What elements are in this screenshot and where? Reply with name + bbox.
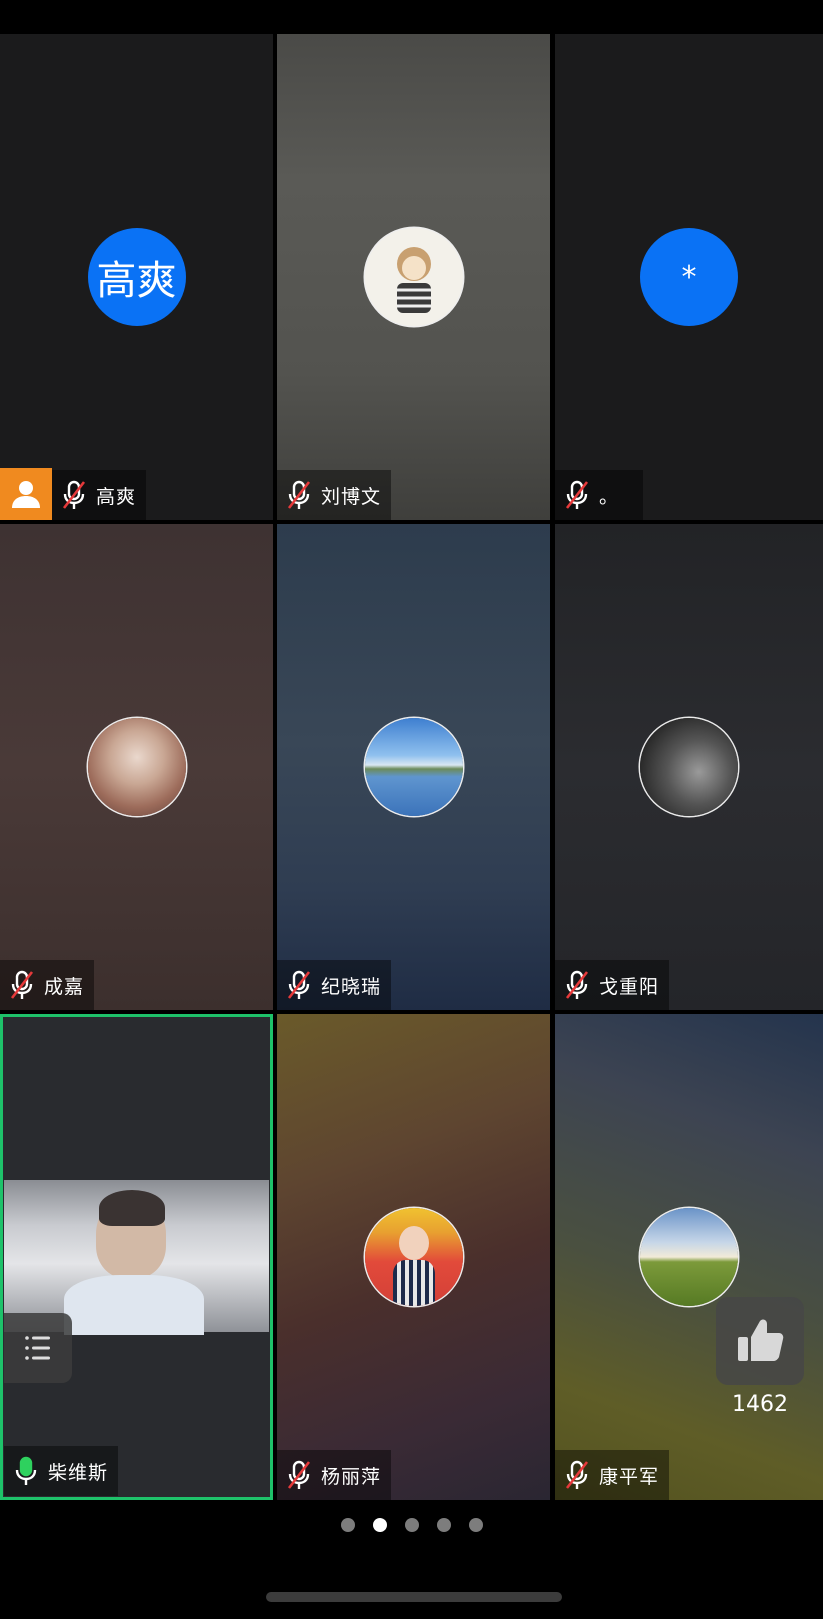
home-indicator[interactable] [266, 1592, 562, 1602]
participant-list-button[interactable] [4, 1313, 72, 1383]
participant-name: 纪晓瑞 [321, 975, 382, 998]
avatar [87, 718, 186, 816]
avatar: 高爽 [87, 228, 186, 326]
video-feed [4, 1180, 269, 1335]
participant-name: 成嘉 [44, 975, 85, 998]
mic-active-icon [15, 1456, 37, 1485]
name-tag: 柴维斯 [4, 1446, 119, 1496]
participant-tile[interactable]: 戈重阳 [555, 524, 823, 1010]
participant-tile[interactable]: 康平军 [555, 1014, 823, 1500]
participant-name: 康平军 [599, 1465, 660, 1488]
like-count: 1462 [732, 1392, 788, 1417]
like-button[interactable] [716, 1297, 804, 1385]
name-tag: 高爽 [52, 470, 147, 520]
mic-muted-icon [287, 480, 311, 509]
page-dot[interactable] [340, 1518, 355, 1532]
avatar [640, 718, 738, 816]
mic-muted-icon [565, 970, 589, 999]
participant-tile[interactable]: 纪晓瑞 [277, 524, 550, 1010]
participant-tile[interactable]: * 。 [555, 34, 823, 520]
name-tag: 戈重阳 [555, 960, 670, 1010]
thumbs-up-icon [738, 1319, 784, 1361]
mic-muted-icon [565, 480, 589, 509]
page-dot[interactable] [404, 1518, 419, 1532]
avatar: * [640, 228, 738, 326]
name-tag: 纪晓瑞 [277, 960, 392, 1010]
list-icon [25, 1336, 50, 1360]
name-tag: 。 [555, 470, 644, 520]
mic-muted-icon [287, 970, 311, 999]
participant-name: 柴维斯 [48, 1461, 109, 1484]
mic-muted-icon [10, 970, 34, 999]
avatar [364, 1208, 463, 1306]
participant-tile[interactable]: 刘博文 [277, 34, 550, 520]
participant-tile[interactable]: 高爽 高爽 [0, 34, 273, 520]
page-indicator [0, 1518, 823, 1532]
participant-tile[interactable]: 成嘉 [0, 524, 273, 1010]
participant-tile-active-speaker[interactable]: 柴维斯 [0, 1014, 273, 1500]
mic-muted-icon [565, 1460, 589, 1489]
page-dot[interactable] [436, 1518, 451, 1532]
avatar [364, 228, 463, 326]
mic-muted-icon [62, 480, 86, 509]
participant-name: 高爽 [96, 485, 137, 508]
participant-tile[interactable]: 杨丽萍 [277, 1014, 550, 1500]
name-tag: 成嘉 [0, 960, 95, 1010]
participant-name: 戈重阳 [599, 975, 660, 998]
participant-name: 刘博文 [321, 485, 382, 508]
avatar [364, 718, 463, 816]
page-dot-current[interactable] [372, 1518, 387, 1532]
mic-muted-icon [287, 1460, 311, 1489]
participant-name: 杨丽萍 [321, 1465, 382, 1488]
name-tag: 刘博文 [277, 470, 392, 520]
page-dot[interactable] [468, 1518, 483, 1532]
participant-name: 。 [599, 485, 620, 508]
name-tag: 杨丽萍 [277, 1450, 392, 1500]
host-badge-icon [0, 468, 52, 520]
name-tag: 康平军 [555, 1450, 670, 1500]
avatar [640, 1208, 738, 1306]
